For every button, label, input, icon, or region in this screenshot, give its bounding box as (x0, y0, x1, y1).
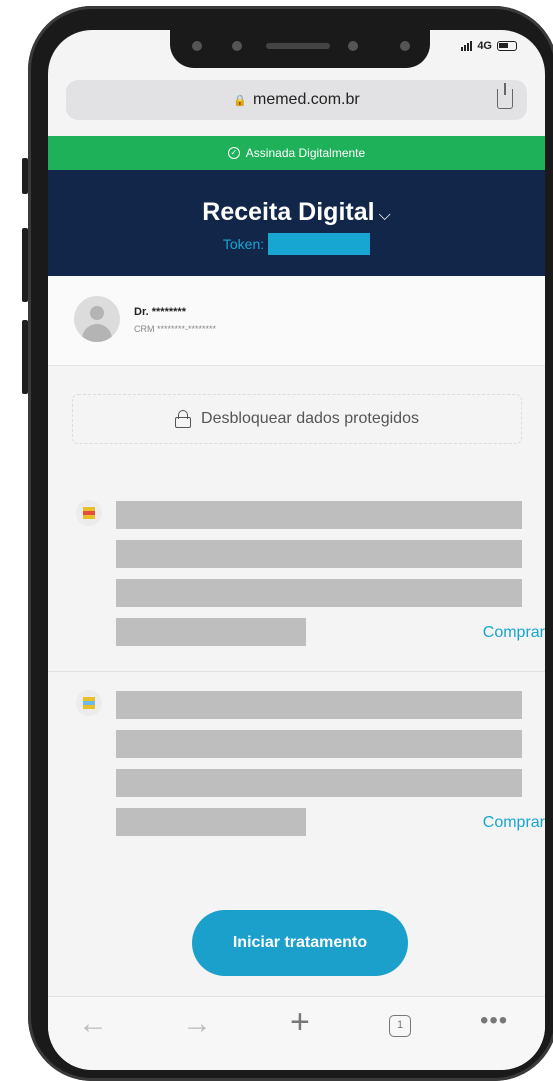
lock-icon (175, 410, 192, 428)
prescription-header: Receita Digital ⌵ Token: (48, 170, 545, 276)
signal-icon (461, 41, 473, 51)
sensor-icon (400, 41, 410, 51)
redacted-line (116, 691, 522, 719)
check-circle-icon: ✓ (227, 147, 240, 159)
status-bar: 4G (461, 40, 517, 52)
signed-banner: ✓ Assinada Digitalmente (48, 136, 545, 170)
chevron-down-icon: ⌵ (378, 207, 391, 224)
mute-switch (22, 158, 28, 194)
notch (170, 30, 430, 68)
tabs-icon[interactable]: 1 (389, 1015, 411, 1037)
volume-down-button (22, 320, 28, 394)
lock-icon: 🔒 (233, 94, 247, 107)
redacted-line (116, 769, 522, 797)
url-text: memed.com.br (253, 91, 360, 108)
more-icon[interactable]: ••• (480, 1007, 508, 1035)
share-icon[interactable] (497, 83, 513, 109)
redacted-line (116, 579, 522, 607)
sensor-icon (232, 41, 242, 51)
token-row: Token: (48, 233, 545, 255)
start-treatment-button[interactable]: Iniciar tratamento (192, 910, 408, 976)
browser-toolbar: ← → + 1 ••• (48, 996, 545, 1070)
divider (48, 671, 545, 672)
speaker-grille (266, 43, 330, 49)
battery-icon (497, 41, 517, 51)
signed-label: Assinada Digitalmente (245, 146, 366, 160)
new-tab-icon[interactable]: + (290, 1003, 310, 1042)
medication-icon (76, 690, 102, 716)
buy-link[interactable]: Comprar (483, 624, 545, 642)
sensor-icon (348, 41, 358, 51)
doctor-card: Dr. ******** CRM ********-******** (48, 276, 545, 366)
unlock-protected-data-button[interactable]: Desbloquear dados protegidos (72, 394, 522, 444)
page-title: Receita Digital (202, 198, 375, 226)
camera-icon (192, 41, 202, 51)
token-redacted (268, 233, 371, 255)
prescription-title-dropdown[interactable]: Receita Digital ⌵ (48, 198, 545, 227)
avatar (74, 296, 120, 342)
redacted-line (116, 540, 522, 568)
medication-icon (76, 500, 102, 526)
unlock-label: Desbloquear dados protegidos (201, 410, 419, 427)
redacted-line (116, 730, 522, 758)
phone-screen: 4G 🔒 memed.com.br ✓ Assinada Digitalment… (48, 30, 545, 1070)
doctor-name: Dr. ******** (134, 306, 186, 318)
doctor-crm: CRM ********-******** (134, 324, 217, 334)
address-bar[interactable]: 🔒 memed.com.br (66, 80, 527, 120)
redacted-line (116, 501, 522, 529)
back-arrow-icon[interactable]: ← (78, 1007, 108, 1041)
volume-up-button (22, 228, 28, 302)
redacted-line (116, 618, 306, 646)
buy-link[interactable]: Comprar (483, 814, 545, 832)
network-label: 4G (477, 40, 492, 52)
forward-arrow-icon[interactable]: → (182, 1007, 212, 1041)
redacted-line (116, 808, 306, 836)
token-label: Token: (222, 236, 265, 252)
